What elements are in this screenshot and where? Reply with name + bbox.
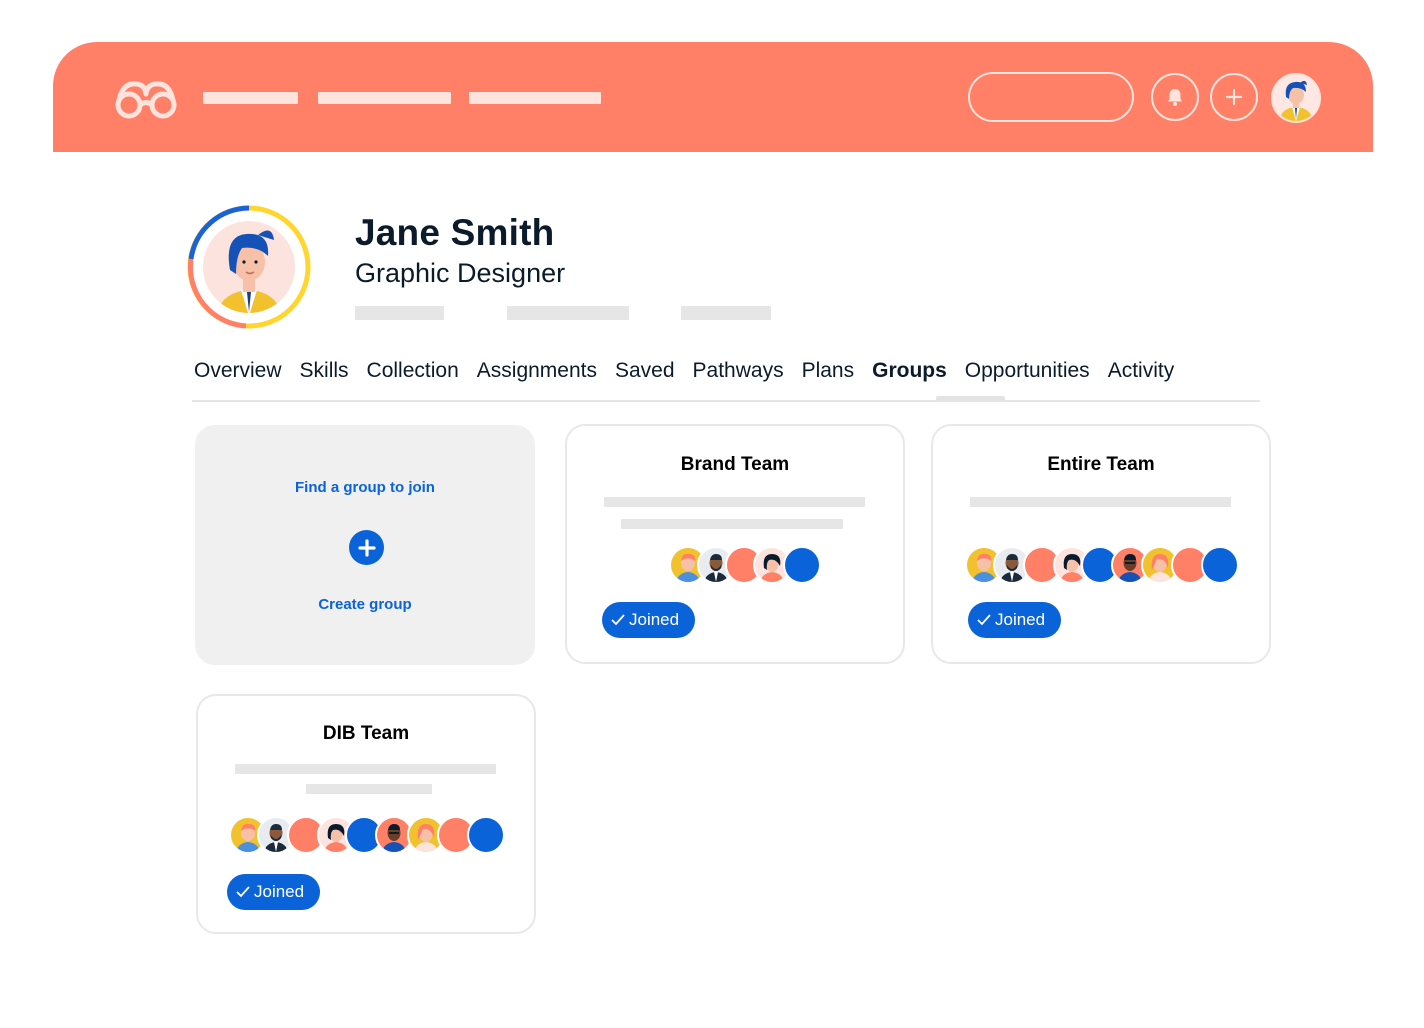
plus-icon [1225, 88, 1243, 106]
check-icon [611, 614, 625, 626]
joined-button[interactable]: Joined [227, 874, 321, 910]
joined-label: Joined [629, 610, 680, 629]
profile-progress-ring [187, 205, 311, 329]
profile-tabs: Overview Skills Collection Assignments S… [194, 357, 1192, 385]
profile-meta-placeholder-1 [355, 306, 444, 320]
group-title: Entire Team [1047, 454, 1155, 475]
profile-job-title: Graphic Designer [355, 258, 566, 288]
tab-collection[interactable]: Collection [367, 357, 459, 385]
tab-activity[interactable]: Activity [1108, 357, 1175, 385]
create-group-card: Find a group to join Create group [195, 425, 535, 665]
tab-opportunities[interactable]: Opportunities [965, 357, 1090, 385]
group-member-avatars [965, 546, 1245, 586]
tab-saved[interactable]: Saved [615, 357, 675, 385]
nav-link-1[interactable] [203, 92, 298, 104]
group-description-placeholder [970, 497, 1231, 507]
member-avatar [467, 816, 505, 854]
tab-overview[interactable]: Overview [194, 357, 282, 385]
search-input[interactable] [968, 72, 1134, 122]
active-tab-indicator [936, 396, 1005, 401]
user-avatar-button[interactable] [1271, 73, 1321, 123]
create-group-plus-button[interactable] [349, 530, 384, 565]
nav-link-2[interactable] [318, 92, 451, 104]
nav-link-3[interactable] [469, 92, 601, 104]
group-card-brand-team[interactable]: Brand Team Joined [565, 424, 905, 664]
create-group-link[interactable]: Create group [197, 596, 533, 613]
find-group-link[interactable]: Find a group to join [197, 479, 533, 496]
joined-label: Joined [254, 882, 305, 901]
member-avatar [1201, 546, 1239, 584]
tab-pathways[interactable]: Pathways [693, 357, 784, 385]
profile-avatar[interactable] [186, 204, 312, 330]
check-icon [977, 614, 991, 626]
tab-plans[interactable]: Plans [802, 357, 855, 385]
check-icon [236, 886, 250, 898]
group-member-avatars [669, 546, 829, 586]
member-avatar [783, 546, 821, 584]
top-navigation-bar [53, 42, 1373, 152]
group-card-dib-team[interactable]: DIB Team Joined [196, 694, 536, 934]
profile-name: Jane Smith [355, 212, 555, 253]
plus-icon [357, 538, 376, 557]
joined-button[interactable]: Joined [602, 602, 696, 638]
tabs-divider [192, 400, 1260, 402]
group-description-placeholder [604, 497, 865, 507]
group-description-placeholder [235, 764, 496, 774]
group-title: DIB Team [322, 723, 410, 744]
group-card-entire-team[interactable]: Entire Team Joined [931, 424, 1271, 664]
profile-meta-placeholder-2 [507, 306, 629, 320]
group-description-placeholder [621, 519, 843, 529]
add-button[interactable] [1210, 73, 1258, 121]
joined-label: Joined [995, 610, 1046, 629]
tab-assignments[interactable]: Assignments [477, 357, 597, 385]
bell-icon [1168, 89, 1182, 106]
notifications-button[interactable] [1151, 73, 1199, 121]
profile-meta-placeholder-3 [681, 306, 771, 320]
tab-skills[interactable]: Skills [300, 357, 349, 385]
group-title: Brand Team [680, 454, 790, 475]
group-description-placeholder [306, 784, 432, 794]
glasses-logo-icon[interactable] [113, 76, 179, 120]
group-member-avatars [229, 816, 509, 856]
tab-groups[interactable]: Groups [872, 357, 947, 385]
joined-button[interactable]: Joined [968, 602, 1062, 638]
avatar-illustration [1273, 75, 1319, 121]
